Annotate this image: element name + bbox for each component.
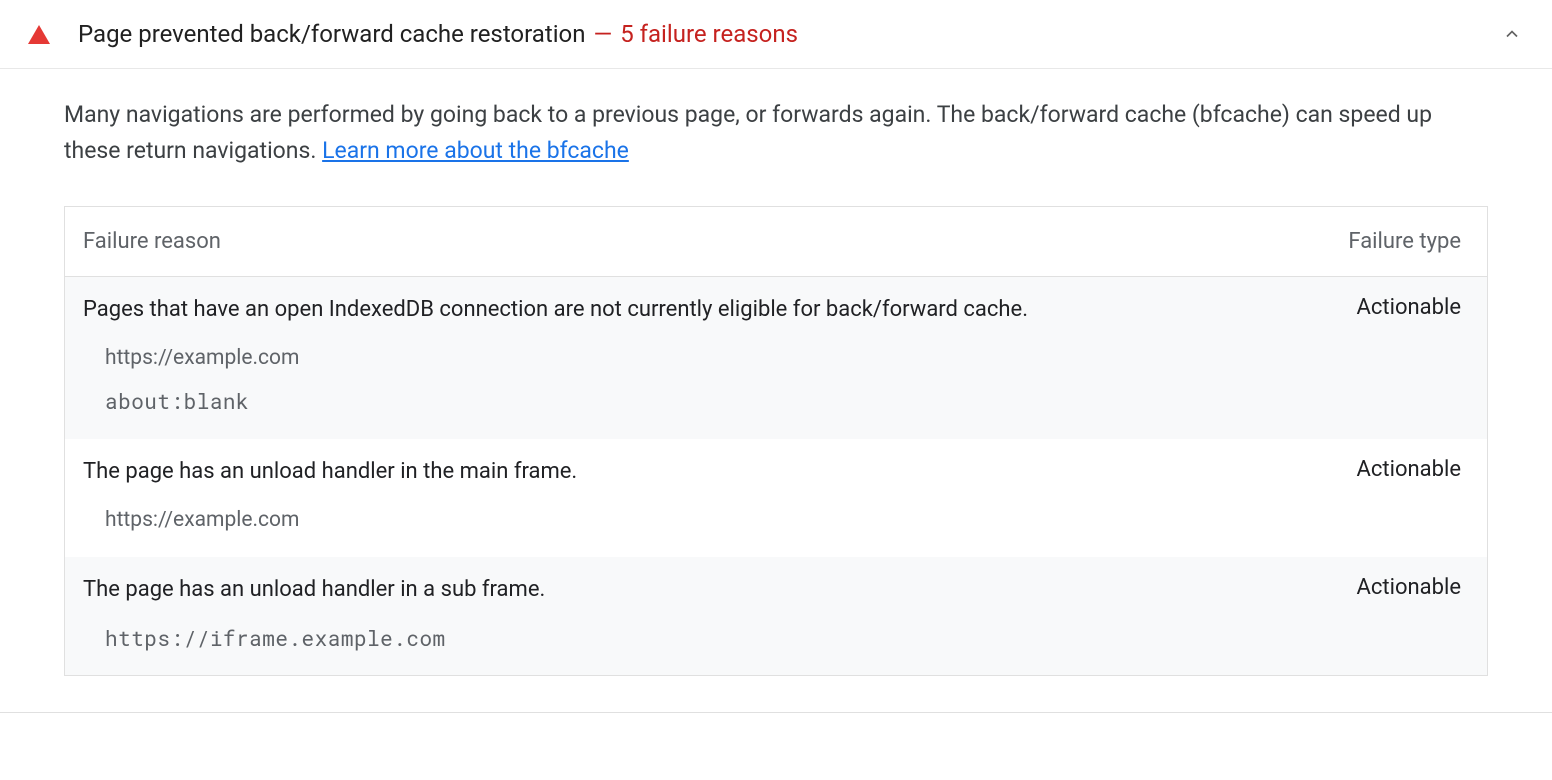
failure-reason: Pages that have an open IndexedDB connec… — [83, 295, 1327, 326]
table-row: The page has an unload handler in a sub … — [65, 557, 1487, 675]
failure-type: Actionable — [1327, 575, 1469, 600]
row-top: Pages that have an open IndexedDB connec… — [83, 295, 1469, 326]
error-triangle-icon — [28, 25, 50, 44]
audit-panel: Page prevented back/forward cache restor… — [0, 0, 1552, 713]
panel-content: Many navigations are performed by going … — [0, 69, 1552, 712]
row-top: The page has an unload handler in a sub … — [83, 575, 1469, 606]
panel-header[interactable]: Page prevented back/forward cache restor… — [0, 0, 1552, 69]
url-list: https://example.com — [83, 506, 1469, 535]
url-item: https://example.com — [105, 506, 1469, 535]
url-item: https://iframe.example.com — [105, 624, 1469, 653]
row-top: The page has an unload handler in the ma… — [83, 457, 1469, 488]
failure-reason: The page has an unload handler in the ma… — [83, 457, 1327, 488]
table-body: Pages that have an open IndexedDB connec… — [65, 277, 1487, 675]
failure-count-label: 5 failure reasons — [620, 20, 798, 48]
chevron-up-icon[interactable] — [1500, 22, 1524, 46]
table-row: Pages that have an open IndexedDB connec… — [65, 277, 1487, 439]
header-failure-type: Failure type — [1348, 229, 1469, 254]
description: Many navigations are performed by going … — [64, 97, 1488, 168]
dash-separator: — — [593, 20, 612, 48]
url-item: https://example.com — [105, 344, 1469, 373]
header-failure-reason: Failure reason — [83, 229, 1348, 254]
failure-type: Actionable — [1327, 457, 1469, 482]
failure-type: Actionable — [1327, 295, 1469, 320]
description-text: Many navigations are performed by going … — [64, 101, 1432, 164]
table-header: Failure reason Failure type — [65, 207, 1487, 277]
learn-more-link[interactable]: Learn more about the bfcache — [322, 137, 629, 164]
url-list: https://iframe.example.com — [83, 624, 1469, 653]
panel-title: Page prevented back/forward cache restor… — [78, 20, 585, 48]
failure-reason: The page has an unload handler in a sub … — [83, 575, 1327, 606]
failure-table: Failure reason Failure type Pages that h… — [64, 206, 1488, 676]
url-list: https://example.com about:blank — [83, 344, 1469, 417]
url-item: about:blank — [105, 387, 1469, 416]
table-row: The page has an unload handler in the ma… — [65, 439, 1487, 557]
